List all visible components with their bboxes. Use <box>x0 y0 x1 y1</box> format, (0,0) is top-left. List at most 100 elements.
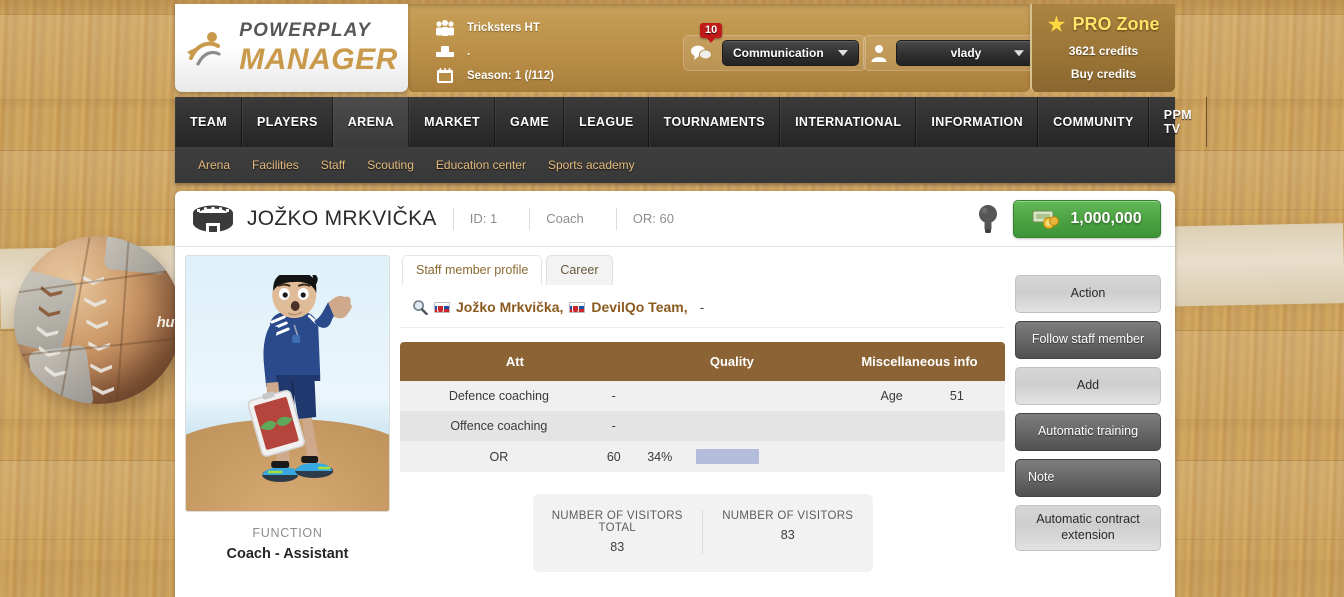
chevron-down-icon <box>837 50 848 56</box>
function-value: Coach - Assistant <box>226 546 349 562</box>
cash-icon <box>1032 209 1060 229</box>
automatic-training-button[interactable]: Automatic training <box>1015 413 1161 451</box>
nav-label: INTERNATIONAL <box>795 115 902 129</box>
nav-item-community[interactable]: COMMUNITY <box>1038 97 1149 147</box>
tab-bar: Staff member profile Career <box>400 255 1005 285</box>
communication-group[interactable]: 10 Communication <box>683 23 866 71</box>
function-label: FUNCTION <box>252 526 323 540</box>
main-navigation: TEAM PLAYERS ARENA MARKET GAME LEAGUE TO… <box>175 97 1208 147</box>
coach-character <box>247 275 352 482</box>
stadium-icon <box>191 204 235 234</box>
row-bar-cell <box>689 441 834 472</box>
communication-badge: 10 <box>700 23 723 38</box>
row-percent: 34% <box>629 441 690 472</box>
nav-label: PLAYERS <box>257 115 318 129</box>
visitors-total-value: 83 <box>610 540 625 554</box>
row-misc-value: 51 <box>908 381 1005 411</box>
row-misc-value <box>908 441 1005 472</box>
subnav-item-sports-academy[interactable]: Sports academy <box>537 158 646 172</box>
row-bar-cell <box>689 381 834 411</box>
team-people-icon <box>435 19 455 37</box>
visitors-box: NUMBER OF VISITORS TOTAL 83 NUMBER OF VI… <box>532 494 873 572</box>
note-button[interactable]: Note <box>1015 459 1161 497</box>
nav-label: INFORMATION <box>931 115 1024 129</box>
communication-dropdown[interactable]: 10 Communication <box>700 23 859 66</box>
follow-staff-member-button[interactable]: Follow staff member <box>1015 321 1161 359</box>
visitors-total: NUMBER OF VISITORS TOTAL 83 <box>533 510 703 554</box>
row-misc-label: Age <box>833 381 909 411</box>
visitors-current-label: NUMBER OF VISITORS <box>722 510 854 522</box>
breadcrumb-person[interactable]: Jožko Mrkvička, <box>456 299 563 315</box>
subnav-item-staff[interactable]: Staff <box>310 158 356 172</box>
tab-career[interactable]: Career <box>546 255 613 285</box>
table-head: Att Quality Miscellaneous info <box>400 342 1005 381</box>
action-button[interactable]: Action <box>1015 275 1161 313</box>
table-row: Defence coaching - Age 51 <box>400 381 1005 411</box>
attributes-table: Att Quality Miscellaneous info Defence c… <box>400 342 1005 472</box>
sub-navigation: Arena Facilities Staff Scouting Educatio… <box>175 147 1175 183</box>
logo-line-1: POWERPLAY <box>239 19 372 41</box>
row-bar-cell <box>689 411 834 441</box>
nav-item-ppm-tv[interactable]: PPM TV <box>1148 97 1208 147</box>
meta-id: ID: 1 <box>452 207 513 230</box>
visitors-total-label: NUMBER OF VISITORS TOTAL <box>551 510 683 534</box>
nav-item-market[interactable]: MARKET <box>409 97 496 147</box>
nav-item-team[interactable]: TEAM <box>175 97 243 147</box>
team-info-panel: Tricksters HT . Season: 1 (/112) 10 Comm… <box>408 4 1043 92</box>
add-button[interactable]: Add <box>1015 367 1161 405</box>
column-header-misc: Miscellaneous info <box>833 342 1005 381</box>
function-block: FUNCTION Coach - Assistant <box>185 512 390 562</box>
star-icon <box>1047 15 1066 32</box>
subnav-item-arena[interactable]: Arena <box>187 158 241 172</box>
meta-or: OR: 60 <box>615 207 690 230</box>
table-body: Defence coaching - Age 51 Offence coachi… <box>400 381 1005 472</box>
column-header-att: Att <box>400 342 630 381</box>
page-title: JOŽKO MRKVIČKA <box>247 206 437 230</box>
chat-bubbles-icon[interactable] <box>690 43 714 63</box>
chevron-down-icon <box>1014 50 1024 57</box>
nav-item-arena[interactable]: ARENA <box>332 97 410 147</box>
row-percent <box>629 381 690 411</box>
row-percent <box>629 411 690 441</box>
nav-label: MARKET <box>424 115 481 129</box>
content-panel: JOŽKO MRKVIČKA ID: 1 Coach OR: 60 1,000,… <box>175 191 1175 597</box>
pro-zone-panel[interactable]: PRO Zone 3621 credits Buy credits <box>1030 4 1175 92</box>
lightbulb-icon[interactable] <box>977 203 999 235</box>
pro-zone-label: PRO Zone <box>1072 14 1160 34</box>
subnav-item-scouting[interactable]: Scouting <box>356 158 425 172</box>
money-amount: 1,000,000 <box>1070 209 1142 227</box>
tab-staff-member-profile[interactable]: Staff member profile <box>402 255 543 285</box>
nav-label: TOURNAMENTS <box>663 115 766 129</box>
meta-role: Coach <box>529 207 600 230</box>
subnav-item-facilities[interactable]: Facilities <box>241 158 310 172</box>
user-name-label: vlady <box>950 46 982 60</box>
nav-item-international[interactable]: INTERNATIONAL <box>780 97 917 147</box>
app-logo[interactable]: POWERPLAY MANAGER <box>175 4 408 92</box>
row-value: 60 <box>597 441 630 472</box>
nav-label: LEAGUE <box>579 115 634 129</box>
nav-label: COMMUNITY <box>1053 115 1134 129</box>
user-group[interactable]: vlady <box>863 35 1043 71</box>
row-label: Offence coaching <box>400 411 598 441</box>
row-label: OR <box>400 441 598 472</box>
buy-credits-link[interactable]: Buy credits <box>1032 67 1175 81</box>
money-button[interactable]: 1,000,000 <box>1013 199 1161 238</box>
page-header: JOŽKO MRKVIČKA ID: 1 Coach OR: 60 1,000,… <box>175 191 1175 247</box>
action-buttons: Action Follow staff member Add Automatic… <box>1015 255 1161 572</box>
ball-brand-text: hu <box>156 314 175 331</box>
automatic-contract-extension-button[interactable]: Automatic contract extension <box>1015 505 1161 551</box>
user-dropdown[interactable]: vlady <box>896 40 1036 66</box>
nav-item-game[interactable]: GAME <box>495 97 565 147</box>
nav-item-tournaments[interactable]: TOURNAMENTS <box>648 97 781 147</box>
nav-label: ARENA <box>347 115 395 129</box>
team-rank-label: . <box>467 46 471 58</box>
quality-bar <box>695 449 759 464</box>
subnav-item-education-center[interactable]: Education center <box>425 158 537 172</box>
row-value: - <box>597 411 630 441</box>
nav-item-players[interactable]: PLAYERS <box>242 97 333 147</box>
nav-item-information[interactable]: INFORMATION <box>916 97 1039 147</box>
magnifier-icon[interactable] <box>412 299 428 316</box>
team-name-label: Tricksters HT <box>467 22 540 34</box>
breadcrumb-team[interactable]: DevilQo Team, <box>591 299 687 315</box>
nav-item-league[interactable]: LEAGUE <box>564 97 649 147</box>
